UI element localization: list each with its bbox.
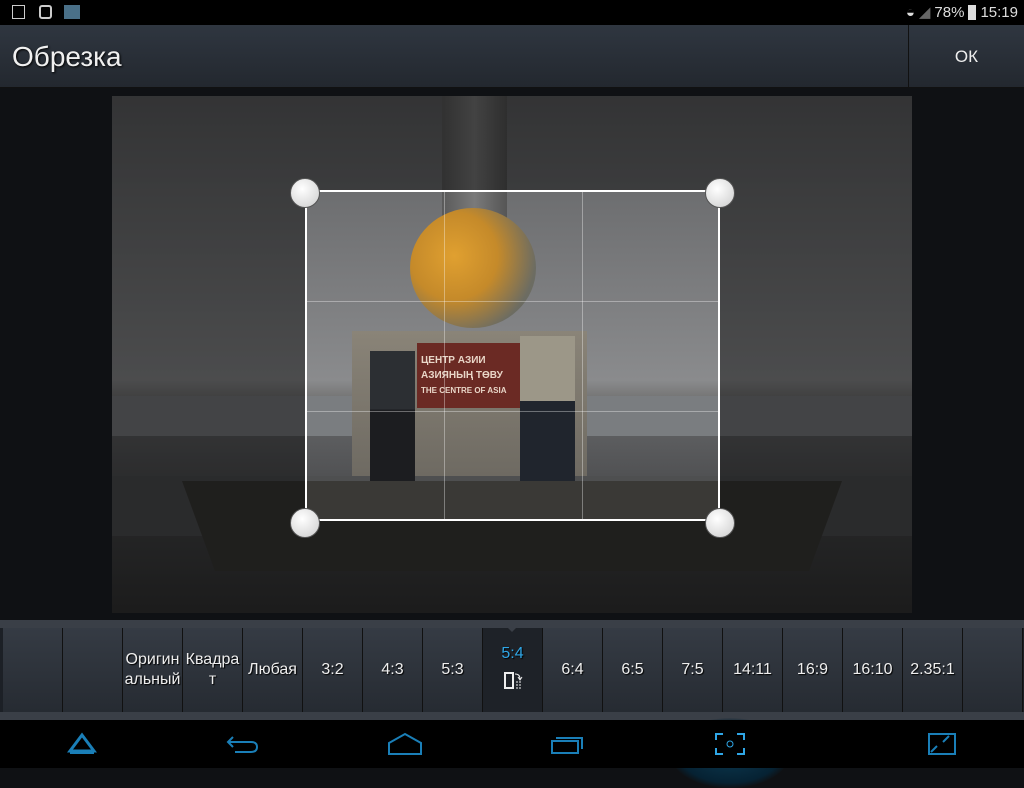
screenshot-icon[interactable] — [700, 726, 760, 762]
aspect-ratio-label: 16:10 — [852, 661, 893, 678]
aspect-ratio-option[interactable]: 2.35:1 — [903, 628, 963, 712]
crop-mask — [112, 190, 305, 521]
home-icon[interactable] — [375, 726, 435, 762]
aspect-ratio-option[interactable]: 4:3 — [363, 628, 423, 712]
aspect-ratio-option[interactable]: 16:10 — [843, 628, 903, 712]
aspect-ratio-option[interactable]: 3:2 — [303, 628, 363, 712]
recent-apps-icon[interactable] — [538, 726, 598, 762]
grid-line — [307, 301, 718, 302]
crop-handle-top-right[interactable] — [705, 178, 735, 208]
rotate-orientation-icon[interactable] — [503, 670, 523, 696]
wifi-icon: ◒ — [905, 3, 915, 21]
aspect-ratio-label: 6:4 — [561, 661, 584, 678]
aspect-ratio-label: 16:9 — [796, 661, 829, 678]
aspect-ratio-label: 3:2 — [321, 661, 344, 678]
aspect-ratio-option[interactable] — [63, 628, 123, 712]
status-bar: ◒ ◢ 78% 15:19 — [0, 0, 1024, 25]
clock: 15:19 — [980, 3, 1018, 21]
battery-icon — [968, 4, 977, 20]
camera-notification-icon — [39, 5, 52, 19]
aspect-ratio-label: 4:3 — [381, 661, 404, 678]
aspect-ratio-label: Квадрат — [185, 651, 240, 688]
crop-handle-bottom-left[interactable] — [290, 508, 320, 538]
aspect-ratio-label: 5:3 — [441, 661, 464, 678]
aspect-ratio-label: Любая — [248, 661, 297, 678]
aspect-ratio-label: 6:5 — [621, 661, 644, 678]
battery-percent: 78% — [934, 3, 965, 21]
aspect-ratio-option[interactable]: 6:4 — [543, 628, 603, 712]
signal-icon: ◢ — [918, 4, 931, 21]
page-title: Обрезка — [12, 41, 122, 72]
aspect-ratio-option[interactable]: 7:5 — [663, 628, 723, 712]
aspect-ratio-option[interactable] — [963, 628, 1023, 712]
selection-pointer-icon — [506, 626, 518, 632]
grid-line — [582, 192, 583, 519]
grid-line — [444, 192, 445, 519]
aspect-ratio-option[interactable]: 5:4 — [483, 628, 543, 712]
aspect-ratio-option[interactable]: 16:9 — [783, 628, 843, 712]
aspect-ratio-option[interactable]: Любая — [243, 628, 303, 712]
aspect-ratio-bar: Оригинальный Квадрат Любая 3:2 4:3 5:3 5:4 6:4 6… — [0, 620, 1024, 720]
aspect-ratio-option[interactable]: 5:3 — [423, 628, 483, 712]
aspect-ratio-option[interactable]: Квадрат — [183, 628, 243, 712]
multiwindow-icon[interactable] — [912, 726, 972, 762]
action-bar: Обрезка ОК — [0, 25, 1024, 88]
crop-mask — [720, 190, 912, 521]
aspect-ratio-label: 2.35:1 — [910, 661, 955, 678]
image-notification-icon — [64, 5, 80, 19]
aspect-ratio-label: 5:4 — [501, 645, 524, 662]
aspect-ratio-option[interactable]: Оригинальный — [123, 628, 183, 712]
crop-mask — [112, 521, 912, 613]
collapse-icon[interactable] — [52, 726, 112, 762]
crop-handle-bottom-right[interactable] — [705, 508, 735, 538]
aspect-ratio-option[interactable]: 6:5 — [603, 628, 663, 712]
aspect-ratio-label: 14:11 — [733, 661, 772, 678]
aspect-ratio-option[interactable] — [3, 628, 63, 712]
navigation-bar — [0, 720, 1024, 768]
back-icon[interactable] — [213, 726, 273, 762]
crop-handle-top-left[interactable] — [290, 178, 320, 208]
aspect-ratio-label: 7:5 — [681, 661, 704, 678]
crop-rectangle[interactable] — [305, 190, 720, 521]
aspect-ratio-option[interactable]: 14:11 — [723, 628, 783, 712]
crop-mask — [112, 96, 912, 190]
aspect-ratio-label: Оригинальный — [124, 651, 181, 688]
gallery-notification-icon — [12, 5, 25, 19]
ok-button[interactable]: ОК — [908, 25, 1024, 88]
photo-canvas[interactable]: ЦЕНТР АЗИИ АЗИЯНЫҢ ТӨВУ THE CENTRE OF AS… — [112, 96, 912, 613]
grid-line — [307, 411, 718, 412]
